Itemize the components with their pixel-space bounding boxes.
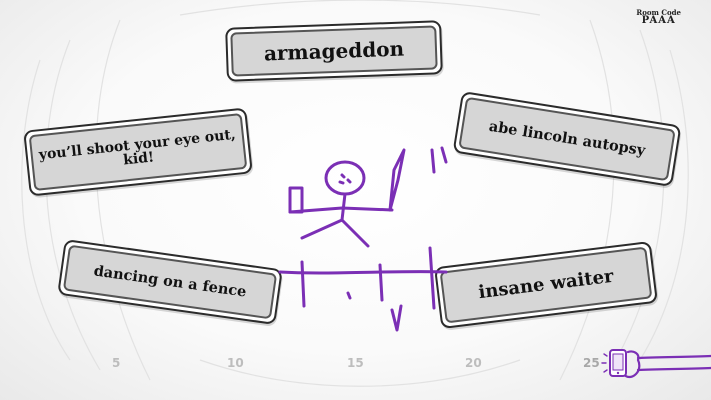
pointer-arm: [636, 354, 711, 372]
answer-card-text: armageddon: [230, 25, 438, 77]
timer-tick: 15: [347, 356, 364, 370]
drawing-face: [338, 173, 352, 185]
drawing-table-legs: [300, 246, 436, 310]
answer-card-1[interactable]: armageddon: [225, 20, 443, 82]
drawing-arms: [288, 206, 394, 214]
phone-pointer: [601, 349, 711, 379]
timer-tick: 20: [465, 356, 482, 370]
room-code-panel: Room Code PAAA: [636, 9, 681, 27]
room-code-value: PAAA: [641, 15, 676, 27]
drawing-table: [278, 270, 448, 275]
drawing-cup: [288, 186, 304, 214]
drawing-knife: [388, 148, 406, 212]
drawing-legs: [300, 218, 370, 248]
timer-tick: 10: [227, 356, 244, 370]
timer-tick: 5: [112, 356, 121, 370]
player-drawing: [278, 146, 448, 332]
drawing-marks: [430, 146, 448, 174]
drawing-spike: [390, 304, 403, 332]
phone-icon: [609, 349, 627, 377]
